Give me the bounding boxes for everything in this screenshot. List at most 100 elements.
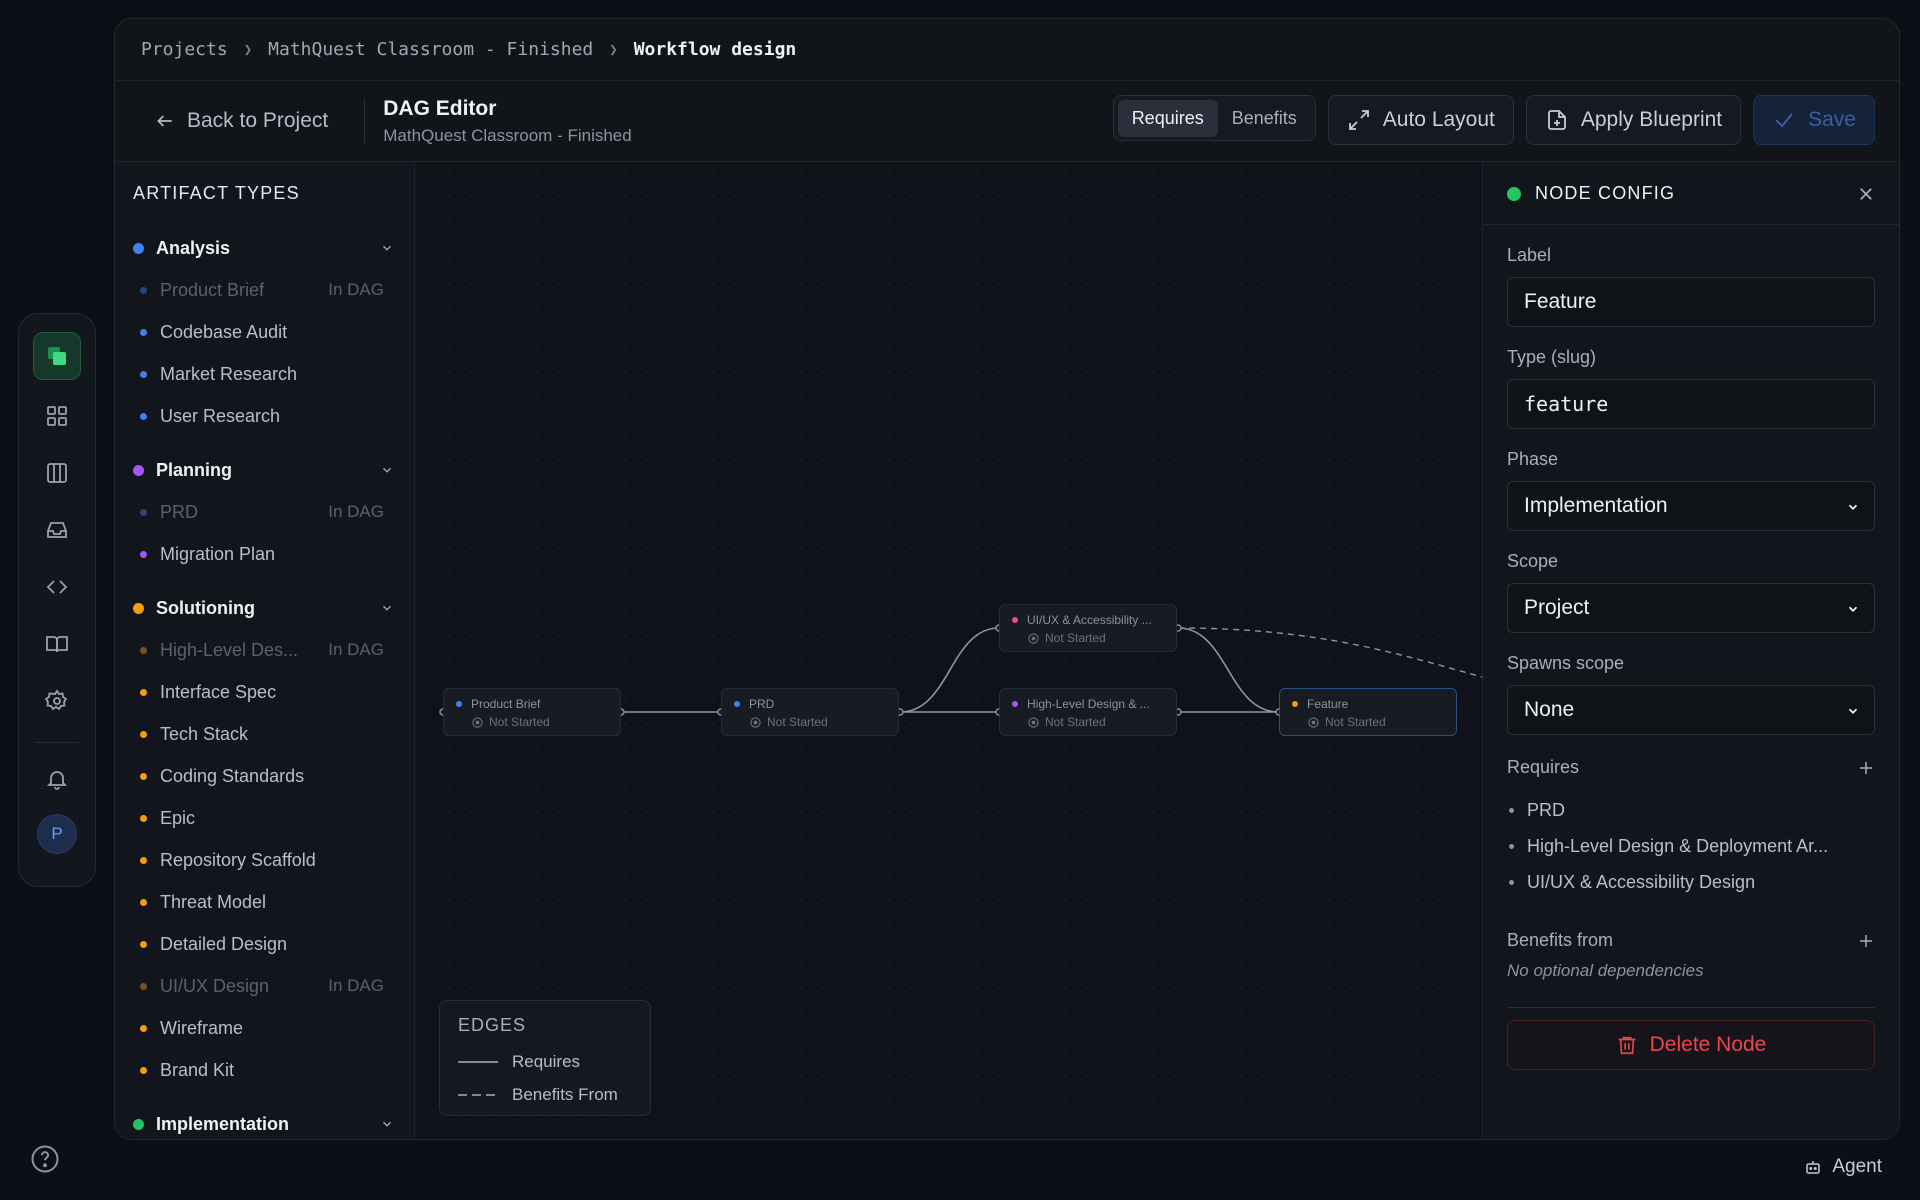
dag-node-feature[interactable]: Feature Not Started (1279, 688, 1457, 736)
seg-requires[interactable]: Requires (1117, 99, 1218, 137)
artifact-item[interactable]: Interface Spec (115, 671, 414, 713)
book-icon[interactable] (35, 622, 79, 666)
settings-gear-icon[interactable] (35, 679, 79, 723)
help-icon[interactable] (30, 1144, 60, 1174)
edge-benefits-from[interactable] (1177, 627, 1482, 678)
benefits-header: Benefits from (1507, 930, 1875, 951)
breadcrumb-project[interactable]: MathQuest Classroom - Finished (268, 39, 593, 60)
spawns-scope-select[interactable]: None (1507, 685, 1875, 735)
artifact-label: Tech Stack (160, 723, 249, 744)
node-status: Not Started (1045, 631, 1106, 645)
group-solutioning[interactable]: Solutioning (115, 587, 414, 629)
dag-canvas[interactable]: Product Brief Not Started PRD Not Starte… (416, 163, 1482, 1139)
node-status: Not Started (767, 715, 828, 729)
artifact-label: Codebase Audit (160, 321, 288, 342)
artifact-item[interactable]: Coding Standards (115, 755, 414, 797)
artifact-label: UI/UX Design (160, 975, 270, 996)
apply-blueprint-label: Apply Blueprint (1580, 108, 1723, 131)
artifact-item[interactable]: Migration Plan (115, 533, 414, 575)
delete-node-button[interactable]: Delete Node (1507, 1020, 1875, 1070)
robot-icon (1806, 1161, 1821, 1174)
scope-value: Project (1524, 596, 1590, 619)
artifact-item[interactable]: User Research (115, 395, 414, 437)
artifact-label: Product Brief (160, 279, 265, 300)
solid-line-icon (458, 1060, 498, 1063)
requires-item[interactable]: UI/UX & Accessibility Design (1507, 864, 1875, 900)
group-implementation[interactable]: Implementation (115, 1103, 414, 1139)
edge-requires[interactable] (1177, 627, 1280, 713)
artifact-item: UI/UX Design In DAG (115, 965, 414, 1007)
artifact-item[interactable]: Detailed Design (115, 923, 414, 965)
artifact-item[interactable]: Codebase Audit (115, 311, 414, 353)
artifact-types-sidebar: ARTIFACT TYPES Analysis Product Brief In … (115, 163, 415, 1139)
dag-node-uiux[interactable]: UI/UX & Accessibility ... Not Started (999, 604, 1177, 652)
bell-icon[interactable] (35, 757, 79, 801)
close-icon[interactable] (1857, 185, 1875, 203)
group-label: Solutioning (156, 597, 255, 618)
save-button[interactable]: Save (1753, 95, 1875, 145)
add-benefits-plus-icon[interactable] (1857, 932, 1875, 950)
agent-button[interactable]: Agent (1804, 1156, 1882, 1178)
chevron-down-icon[interactable] (380, 601, 394, 615)
back-label: Back to Project (187, 109, 329, 132)
breadcrumb-projects[interactable]: Projects (141, 39, 228, 60)
in-dag-tag: In DAG (328, 976, 384, 995)
artifact-item[interactable]: Market Research (115, 353, 414, 395)
artifact-item[interactable]: Threat Model (115, 881, 414, 923)
add-requires-plus-icon[interactable] (1857, 759, 1875, 777)
artifact-item: High-Level Des... In DAG (115, 629, 414, 671)
save-label: Save (1808, 108, 1856, 131)
apply-blueprint-button[interactable]: Apply Blueprint (1525, 95, 1742, 145)
phase-select[interactable]: Implementation (1507, 481, 1875, 531)
artifact-item[interactable]: Repository Scaffold (115, 839, 414, 881)
user-avatar[interactable]: P (37, 814, 77, 854)
label-input[interactable]: Feature (1507, 277, 1875, 327)
edge-requires[interactable] (899, 627, 1000, 713)
rail-divider (35, 742, 79, 743)
app-logo-icon[interactable] (33, 332, 81, 380)
artifact-label: Brand Kit (160, 1059, 235, 1080)
legend-requires-label: Requires (512, 1051, 581, 1071)
chevron-down-icon[interactable] (380, 463, 394, 477)
requires-item[interactable]: High-Level Design & Deployment Ar... (1507, 828, 1875, 864)
label-field-label: Label (1507, 245, 1552, 265)
group-color-dot (133, 602, 144, 614)
group-planning[interactable]: Planning (115, 449, 414, 491)
node-label: Product Brief (471, 697, 541, 711)
artifact-item[interactable]: Wireframe (115, 1007, 414, 1049)
artifact-label: Market Research (160, 363, 298, 384)
requires-item[interactable]: PRD (1507, 792, 1875, 828)
dag-node-prd[interactable]: PRD Not Started (721, 688, 899, 736)
group-label: Analysis (156, 237, 231, 258)
artifact-item[interactable]: Tech Stack (115, 713, 414, 755)
file-plus-icon (1547, 110, 1566, 130)
seg-benefits[interactable]: Benefits (1218, 100, 1311, 137)
artifact-label: Detailed Design (160, 933, 288, 954)
sidebar-title: ARTIFACT TYPES (133, 183, 300, 203)
back-to-project-button[interactable]: Back to Project (155, 109, 328, 133)
auto-layout-button[interactable]: Auto Layout (1327, 95, 1514, 145)
board-columns-icon[interactable] (35, 451, 79, 495)
scope-select[interactable]: Project (1507, 583, 1875, 633)
requires-list: PRD High-Level Design & Deployment Ar...… (1507, 792, 1875, 900)
artifact-item[interactable]: Epic (115, 797, 414, 839)
chevron-right-icon: ❯ (609, 41, 618, 58)
editor-subtitle: MathQuest Classroom - Finished (383, 125, 632, 145)
phase-value: Implementation (1524, 494, 1668, 517)
artifact-item[interactable]: Brand Kit (115, 1049, 414, 1091)
chevron-down-icon (1848, 606, 1858, 612)
artifact-item: Product Brief In DAG (115, 269, 414, 311)
group-analysis[interactable]: Analysis (115, 227, 414, 269)
chevron-down-icon[interactable] (380, 1117, 394, 1131)
code-icon[interactable] (35, 565, 79, 609)
type-slug-input[interactable]: feature (1507, 379, 1875, 429)
chevron-down-icon (1848, 708, 1858, 714)
spawns-field-label: Spawns scope (1507, 653, 1625, 673)
chevron-down-icon[interactable] (380, 241, 394, 255)
inbox-icon[interactable] (35, 508, 79, 552)
dashboard-icon[interactable] (35, 394, 79, 438)
legend-benefits-label: Benefits From (512, 1084, 618, 1104)
dag-node-high-level-design[interactable]: High-Level Design & ... Not Started (999, 688, 1177, 736)
dag-node-product-brief[interactable]: Product Brief Not Started (443, 688, 621, 736)
legend-benefits: Benefits From (458, 1078, 632, 1111)
